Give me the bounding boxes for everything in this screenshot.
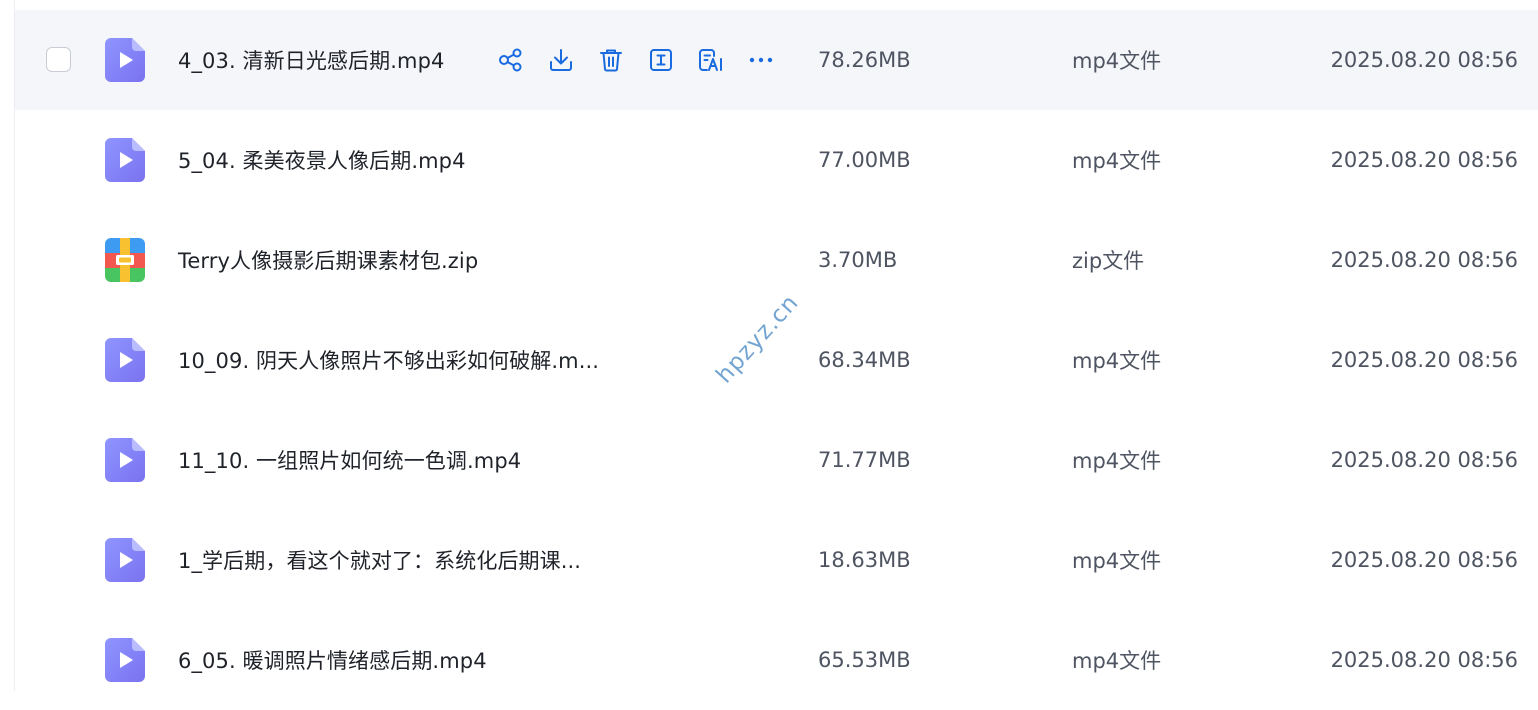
file-size: 68.34MB — [818, 348, 911, 372]
file-date: 2025.08.20 08:56 — [1330, 348, 1518, 372]
row-actions — [497, 46, 775, 74]
file-type: mp4文件 — [1072, 549, 1162, 573]
file-type: zip文件 — [1072, 249, 1145, 273]
file-row[interactable]: 11_10. 一组照片如何统一色调.mp4 71.77MB mp4文件 2025… — [15, 410, 1538, 510]
file-date: 2025.08.20 08:56 — [1330, 48, 1518, 72]
video-file-icon — [105, 538, 145, 582]
row-checkbox[interactable] — [46, 47, 71, 72]
file-type: mp4文件 — [1072, 349, 1162, 373]
file-date: 2025.08.20 08:56 — [1330, 148, 1518, 172]
file-row[interactable]: 4_03. 清新日光感后期.mp4 78.26MB mp4文件 2025.08.… — [15, 10, 1538, 110]
video-file-icon — [105, 638, 145, 682]
file-type: mp4文件 — [1072, 649, 1162, 673]
file-type: mp4文件 — [1072, 449, 1162, 473]
file-date: 2025.08.20 08:56 — [1330, 248, 1518, 272]
video-file-icon — [105, 338, 145, 382]
file-date: 2025.08.20 08:56 — [1330, 548, 1518, 572]
file-size: 18.63MB — [818, 548, 911, 572]
more-icon[interactable] — [747, 46, 775, 74]
file-name[interactable]: 6_05. 暖调照片情绪感后期.mp4 — [178, 645, 487, 675]
file-size: 77.00MB — [818, 148, 911, 172]
file-name[interactable]: 5_04. 柔美夜景人像后期.mp4 — [178, 145, 466, 175]
share-icon[interactable] — [497, 46, 525, 74]
delete-icon[interactable] — [597, 46, 625, 74]
file-size: 78.26MB — [818, 48, 911, 72]
file-type: mp4文件 — [1072, 49, 1162, 73]
file-type: mp4文件 — [1072, 149, 1162, 173]
video-file-icon — [105, 38, 145, 82]
file-row[interactable]: 5_04. 柔美夜景人像后期.mp4 77.00MB mp4文件 2025.08… — [15, 110, 1538, 210]
download-icon[interactable] — [547, 46, 575, 74]
file-date: 2025.08.20 08:56 — [1330, 448, 1518, 472]
video-file-icon — [105, 438, 145, 482]
file-size: 3.70MB — [818, 248, 898, 272]
ai-text-icon[interactable] — [697, 46, 725, 74]
file-row[interactable]: 6_05. 暖调照片情绪感后期.mp4 65.53MB mp4文件 2025.0… — [15, 610, 1538, 710]
zip-file-icon — [105, 238, 145, 282]
file-name[interactable]: Terry人像摄影后期课素材包.zip — [178, 245, 478, 275]
file-name[interactable]: 10_09. 阴天人像照片不够出彩如何破解.m... — [178, 345, 599, 375]
file-list: 4_03. 清新日光感后期.mp4 78.26MB mp4文件 2025.08.… — [15, 10, 1538, 710]
file-row[interactable]: Terry人像摄影后期课素材包.zip 3.70MB zip文件 2025.08… — [15, 210, 1538, 310]
file-date: 2025.08.20 08:56 — [1330, 648, 1518, 672]
file-name[interactable]: 4_03. 清新日光感后期.mp4 — [178, 45, 444, 75]
file-row[interactable]: 1_学后期，看这个就对了：系统化后期课... 18.63MB mp4文件 202… — [15, 510, 1538, 610]
file-name[interactable]: 11_10. 一组照片如何统一色调.mp4 — [178, 445, 521, 475]
file-size: 65.53MB — [818, 648, 911, 672]
video-file-icon — [105, 138, 145, 182]
rename-icon[interactable] — [647, 46, 675, 74]
file-size: 71.77MB — [818, 448, 911, 472]
file-name[interactable]: 1_学后期，看这个就对了：系统化后期课... — [178, 545, 581, 575]
